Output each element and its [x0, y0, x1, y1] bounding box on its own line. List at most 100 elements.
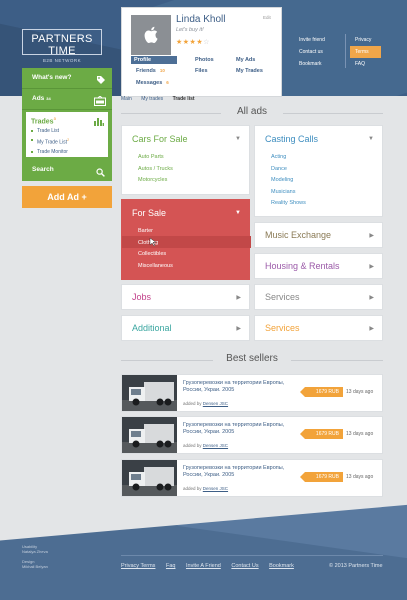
- category-music[interactable]: Music Exchange ▶: [254, 222, 383, 248]
- chevron-down-icon[interactable]: ▼: [235, 136, 241, 142]
- subcategory-dance[interactable]: Dance: [271, 164, 306, 176]
- chevron-right-icon[interactable]: ▶: [369, 325, 374, 332]
- subcategory-musicians[interactable]: Musicians: [271, 187, 306, 199]
- trades-label: Trades: [31, 118, 54, 126]
- footer-privacy-terms-link[interactable]: Privacy Terms: [121, 563, 155, 569]
- category-services[interactable]: Services ▶: [254, 284, 383, 310]
- terms-link[interactable]: Terms: [350, 46, 381, 58]
- category-title[interactable]: Services: [265, 323, 300, 333]
- footer-background: [0, 497, 407, 600]
- trade-list-link[interactable]: Trade List: [31, 128, 103, 134]
- chevron-right-icon[interactable]: ▶: [369, 263, 374, 270]
- search-icon[interactable]: [96, 165, 105, 187]
- faq-link[interactable]: FAQ: [350, 58, 381, 70]
- category-housing[interactable]: Housing & Rentals ▶: [254, 253, 383, 279]
- seller-link[interactable]: Densen JSC: [203, 401, 228, 406]
- seller-link[interactable]: Densen JSC: [203, 486, 228, 491]
- truck-image[interactable]: [122, 460, 177, 496]
- category-title[interactable]: Services: [265, 292, 300, 302]
- files-tab[interactable]: Files: [195, 68, 208, 74]
- sale-icon: [94, 94, 106, 114]
- category-title[interactable]: Cars For Sale: [132, 134, 188, 144]
- breadcrumb-trade-list: Trade list: [172, 96, 195, 102]
- subcategory-modeling[interactable]: Modeling: [271, 175, 306, 187]
- category-for-sale[interactable]: For Sale ▼ Barter Clothing Collectibles …: [121, 199, 251, 280]
- my-trade-list-link[interactable]: My Trade List2: [31, 137, 103, 146]
- product-title[interactable]: Грузоперевозки на территории Европы, Рос…: [183, 465, 293, 479]
- breadcrumb-main[interactable]: Main: [121, 96, 132, 102]
- photos-tab[interactable]: Photos: [195, 57, 214, 63]
- breadcrumb: Main My trades Trade list: [121, 96, 203, 102]
- friends-count: 10: [159, 68, 165, 73]
- privacy-link[interactable]: Privacy: [350, 34, 381, 46]
- footer-bookmark-link[interactable]: Bookmark: [269, 563, 294, 569]
- category-services-2[interactable]: Services ▶: [254, 315, 383, 341]
- subcategory-autos-trucks[interactable]: Autos / Trucks: [138, 164, 173, 176]
- sidebar-item-ads[interactable]: Ads 34: [22, 89, 112, 109]
- trade-monitor-link[interactable]: Trade Monitor: [31, 149, 103, 155]
- subcategory-acting[interactable]: Acting: [271, 152, 306, 164]
- chevron-right-icon[interactable]: ▶: [236, 294, 241, 301]
- category-jobs[interactable]: Jobs ▶: [121, 284, 250, 310]
- product-row[interactable]: Грузоперевозки на территории Европы, Рос…: [121, 374, 383, 412]
- messages-tab[interactable]: Messages 6: [136, 80, 169, 86]
- credits: Usability Natalya Zheva Design Mikhail B…: [22, 544, 48, 569]
- category-additional[interactable]: Additional ▶: [121, 315, 250, 341]
- category-cars[interactable]: Cars For Sale ▼ Auto Parts Autos / Truck…: [121, 125, 250, 195]
- footer-faq-link[interactable]: Faq: [166, 563, 175, 569]
- search-label: Search: [32, 166, 54, 173]
- product-row[interactable]: Грузоперевозки на территории Европы, Рос…: [121, 459, 383, 497]
- subcategory-motorcycles[interactable]: Motorcycles: [138, 175, 173, 187]
- chevron-right-icon[interactable]: ▶: [369, 232, 374, 239]
- truck-image[interactable]: [122, 375, 177, 411]
- bookmark-link[interactable]: Bookmark: [299, 58, 325, 70]
- footer-contact-link[interactable]: Contact Us: [231, 563, 258, 569]
- added-by-label: added by: [183, 401, 202, 406]
- category-title[interactable]: For Sale: [132, 208, 166, 218]
- friends-label: Friends: [136, 68, 156, 74]
- category-title[interactable]: Jobs: [132, 292, 151, 302]
- subcategory-reality-shows[interactable]: Reality Shows: [271, 198, 306, 210]
- sidebar-item-whats-new[interactable]: What's new?: [22, 68, 112, 88]
- footer-invite-link[interactable]: Invite A Friend: [186, 563, 221, 569]
- subcategory-collectibles[interactable]: Collectibles: [138, 249, 173, 261]
- my-trades-tab[interactable]: My Trades: [236, 68, 263, 74]
- brand-logo[interactable]: PARTNERS TIME B2B NETWORK: [22, 29, 102, 63]
- subcategory-auto-parts[interactable]: Auto Parts: [138, 152, 173, 164]
- seller-link[interactable]: Densen JSC: [203, 443, 228, 448]
- footer-divider: [121, 555, 383, 556]
- add-ad-button[interactable]: Add Ad +: [22, 186, 112, 208]
- avatar[interactable]: [131, 15, 171, 55]
- product-title[interactable]: Грузоперевозки на территории Европы, Рос…: [183, 422, 293, 436]
- category-casting[interactable]: Casting Calls ▼ Acting Dance Modeling Mu…: [254, 125, 383, 217]
- footer-nav: Privacy Terms Faq Invite A Friend Contac…: [121, 563, 303, 569]
- edit-link[interactable]: Edit: [263, 15, 271, 20]
- contact-us-link[interactable]: Contact us: [299, 46, 325, 58]
- category-title[interactable]: Housing & Rentals: [265, 261, 340, 271]
- my-ads-tab[interactable]: My Ads: [236, 57, 255, 63]
- subcategory-miscellaneous[interactable]: Miscellaneous: [138, 261, 173, 273]
- product-title[interactable]: Грузоперевозки на территории Европы, Рос…: [183, 380, 293, 394]
- product-seller: added by Densen JSC: [183, 486, 228, 491]
- truck-image[interactable]: [122, 417, 177, 453]
- chevron-down-icon[interactable]: ▼: [235, 210, 241, 216]
- chevron-down-icon[interactable]: ▼: [368, 136, 374, 142]
- chevron-right-icon[interactable]: ▶: [236, 325, 241, 332]
- chevron-right-icon[interactable]: ▶: [369, 294, 374, 301]
- friends-tab[interactable]: Friends 10: [136, 68, 165, 74]
- whats-new-label: What's new?: [32, 74, 72, 81]
- trades-count: 3: [53, 116, 56, 121]
- all-ads-heading: All ads: [121, 106, 383, 117]
- category-title[interactable]: Casting Calls: [265, 134, 318, 144]
- subcategory-barter[interactable]: Barter: [138, 226, 173, 238]
- breadcrumb-my-trades[interactable]: My trades: [141, 96, 163, 102]
- category-title[interactable]: Additional: [132, 323, 172, 333]
- invite-friend-link[interactable]: Invite friend: [299, 34, 325, 46]
- sidebar-search[interactable]: Search: [22, 159, 112, 181]
- product-row[interactable]: Грузоперевозки на территории Европы, Рос…: [121, 416, 383, 454]
- profile-tab[interactable]: Profile: [131, 56, 177, 64]
- category-title[interactable]: Music Exchange: [265, 230, 331, 240]
- best-sellers-heading: Best sellers: [121, 353, 383, 364]
- bar-chart-icon: [94, 117, 104, 128]
- sidebar-item-trades[interactable]: Trades3: [31, 116, 103, 125]
